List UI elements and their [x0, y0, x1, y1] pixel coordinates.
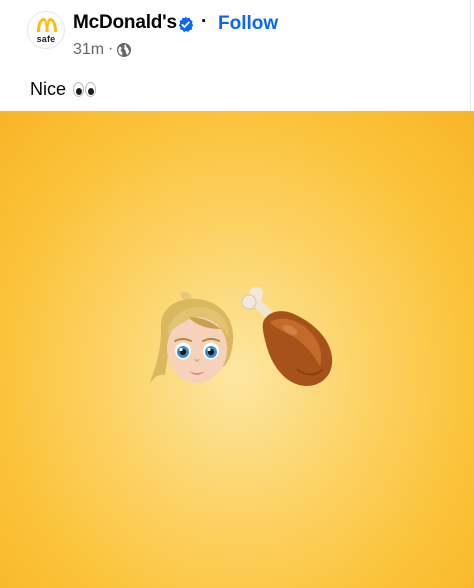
post-timestamp[interactable]: 31m — [73, 41, 104, 59]
woman-blond-hair-emoji-icon — [149, 291, 234, 385]
avatar[interactable]: safe — [27, 11, 65, 49]
verified-badge-icon — [178, 16, 194, 32]
post-message-text: Nice — [30, 79, 67, 99]
page-name[interactable]: McDonald's — [73, 12, 177, 34]
eyes-emoji-icon — [73, 82, 97, 97]
follow-button[interactable]: Follow — [218, 13, 278, 35]
meta-separator: · — [108, 40, 114, 57]
globe-icon — [117, 43, 131, 57]
post-message: Nice — [30, 79, 97, 100]
avatar-text: safe — [36, 34, 56, 44]
eye-right — [85, 82, 97, 97]
eye-left — [73, 82, 85, 97]
poultry-leg-emoji-icon — [241, 287, 333, 386]
divider — [470, 0, 471, 110]
post-header: safe McDonald's · Follow 31m · — [0, 0, 474, 70]
header-separator: · — [201, 11, 208, 32]
